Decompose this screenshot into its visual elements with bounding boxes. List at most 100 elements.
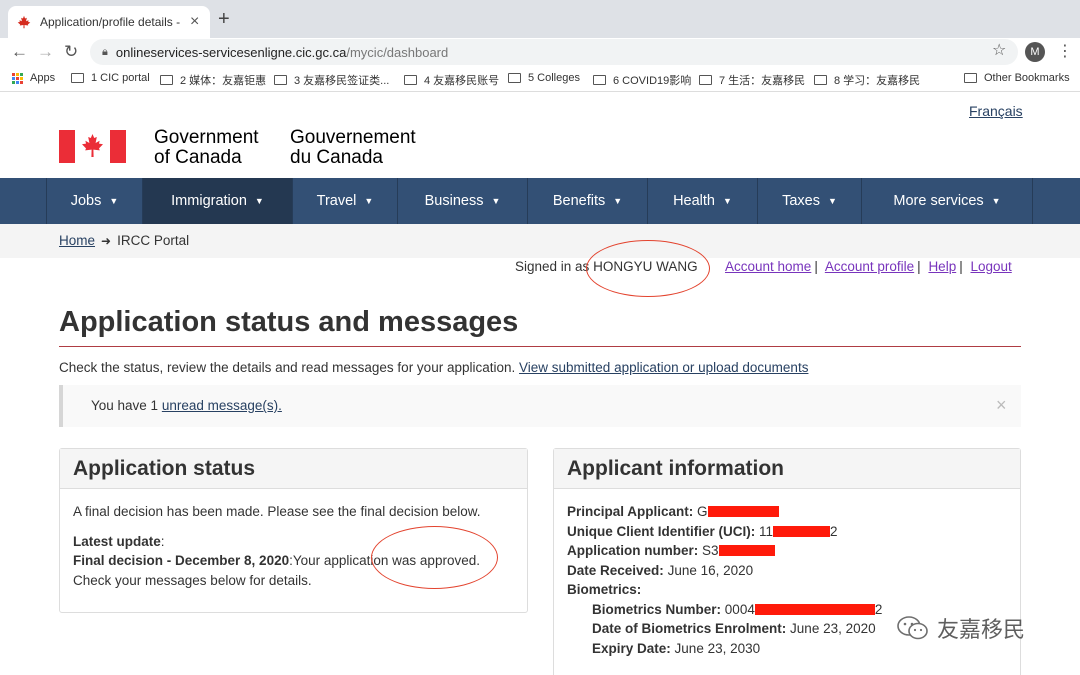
browser-menu-icon[interactable]: ⋮ — [1057, 41, 1073, 61]
reload-icon[interactable]: ↻ — [64, 41, 78, 63]
bookmark-folder[interactable]: 4 友嘉移民账号 — [404, 72, 499, 88]
nav-item-more-services[interactable]: More services ▼ — [861, 178, 1033, 224]
nav-item-label: Travel — [316, 193, 357, 209]
uci-value-end: 2 — [830, 523, 838, 539]
biometrics-label: Biometrics: — [567, 582, 642, 597]
uci-value-start: 11 — [759, 523, 774, 539]
bookmark-label: Other Bookmarks — [984, 72, 1070, 84]
help-link[interactable]: Help — [928, 259, 956, 274]
government-of-canada-wordmark-fr: Gouvernement du Canada — [290, 128, 416, 168]
bookmark-folder[interactable]: 1 CIC portal — [71, 72, 150, 84]
panel-heading: Application status — [60, 449, 527, 489]
biometrics-number-end: 2 — [874, 601, 883, 617]
nav-item-label: Immigration — [171, 193, 247, 209]
redaction-bar — [773, 525, 831, 537]
chevron-down-icon: ▼ — [109, 196, 119, 206]
url-host: onlineservices-servicesenligne.cic.gc.ca — [115, 44, 347, 60]
nav-item-jobs[interactable]: Jobs ▼ — [46, 178, 142, 224]
logout-link[interactable]: Logout — [970, 259, 1011, 274]
tab-title: Application/profile details - Imm — [40, 15, 184, 29]
unread-messages-alert: You have 1 unread message(s). × — [59, 385, 1021, 427]
date-received-value: June 16, 2020 — [667, 562, 754, 578]
url-bar[interactable]: 🔒︎ onlineservices-servicesenligne.cic.gc… — [90, 39, 1018, 65]
panel-heading: Applicant information — [554, 449, 1020, 489]
annotation-circle-user — [586, 240, 710, 297]
account-home-link[interactable]: Account home — [725, 259, 811, 274]
biometrics-number-label: Biometrics Number: — [592, 601, 722, 617]
back-arrow-icon[interactable]: ← — [11, 41, 28, 63]
chevron-down-icon: ▼ — [254, 196, 264, 206]
chevron-down-icon: ▼ — [991, 196, 1001, 206]
breadcrumb: Home ➜ IRCC Portal — [59, 233, 189, 248]
nav-item-travel[interactable]: Travel ▼ — [292, 178, 397, 224]
bookmark-folder[interactable]: 6 COVID19影响 — [593, 72, 691, 88]
bookmark-label: 7 生活：友嘉移民 — [719, 75, 806, 87]
nav-item-label: Business — [424, 193, 484, 209]
unread-messages-link[interactable]: unread message(s). — [162, 398, 282, 413]
link-separator: | — [917, 259, 921, 274]
bookmark-folder[interactable]: 5 Colleges — [508, 72, 580, 84]
final-decision-label: Final decision - December 8, 2020 — [73, 553, 290, 568]
redaction-bar — [707, 506, 779, 517]
annotation-circle-approved — [371, 526, 498, 589]
nav-item-label: Taxes — [782, 193, 820, 209]
bookmark-star-icon[interactable]: ☆ — [992, 40, 1006, 60]
bookmark-folder[interactable]: 3 友嘉移民签证类... — [274, 72, 389, 88]
link-separator: | — [814, 259, 818, 274]
nav-item-benefits[interactable]: Benefits ▼ — [527, 178, 647, 224]
latest-update-label: Latest update — [73, 533, 161, 549]
new-tab-button[interactable]: + — [218, 9, 230, 29]
date-received-row: Date Received: June 16, 2020 — [567, 561, 1007, 581]
uci-row: Unique Client Identifier (UCI): 11 2 — [567, 522, 1007, 542]
maple-leaf-favicon-icon — [16, 15, 32, 29]
language-toggle-link[interactable]: Français — [969, 103, 1023, 119]
folder-icon — [593, 75, 606, 85]
bookmark-label: 4 友嘉移民账号 — [424, 75, 500, 87]
chevron-down-icon: ▼ — [364, 196, 374, 206]
expiry-date-label: Expiry Date: — [592, 640, 671, 656]
uci-label: Unique Client Identifier (UCI): — [567, 523, 756, 539]
forward-arrow-icon[interactable]: → — [37, 41, 54, 63]
nav-item-taxes[interactable]: Taxes ▼ — [757, 178, 861, 224]
breadcrumb-home-link[interactable]: Home — [59, 233, 95, 248]
account-profile-link[interactable]: Account profile — [825, 259, 914, 274]
nav-item-label: Health — [673, 193, 715, 209]
nav-item-label: Benefits — [552, 193, 606, 209]
biometrics-enrolment-value: June 23, 2020 — [790, 621, 876, 636]
chevron-down-icon: ▼ — [827, 196, 837, 206]
folder-icon — [699, 75, 712, 85]
arrow-right-icon: ➜ — [101, 233, 112, 248]
nav-item-immigration[interactable]: Immigration ▼ — [142, 178, 292, 224]
browser-tab[interactable]: Application/profile details - Imm × — [8, 6, 210, 38]
bookmark-folder[interactable]: 7 生活：友嘉移民 — [699, 72, 805, 88]
government-of-canada-wordmark-en: Government of Canada — [154, 128, 259, 168]
bookmark-folder[interactable]: Other Bookmarks — [964, 72, 1070, 84]
nav-item-health[interactable]: Health ▼ — [647, 178, 757, 224]
bookmark-folder[interactable]: 8 学习：友嘉移民 — [814, 72, 920, 88]
bookmark-folder[interactable]: 2 媒体：友嘉钜惠 — [160, 72, 266, 88]
wordmark-en-line2: of Canada — [154, 147, 242, 168]
chevron-down-icon: ▼ — [613, 196, 623, 206]
folder-icon — [508, 73, 521, 83]
nav-item-label: More services — [893, 193, 984, 209]
alert-prefix: You have 1 — [91, 398, 159, 413]
main-navigation: Jobs ▼ Immigration ▼ Travel ▼ Business ▼ Ben… — [0, 178, 1080, 224]
redaction-bar — [718, 545, 775, 556]
watermark: 友嘉移民 — [895, 612, 1025, 644]
application-number-label: Application number: — [567, 543, 699, 558]
bookmark-apps[interactable]: Apps — [12, 72, 55, 84]
view-submitted-application-link[interactable]: View submitted application or upload doc… — [519, 360, 808, 375]
nav-item-business[interactable]: Business ▼ — [397, 178, 527, 224]
tab-close-icon[interactable]: × — [190, 14, 199, 30]
profile-avatar[interactable]: M — [1025, 42, 1045, 62]
address-toolbar: ← → ↻ 🔒︎ onlineservices-servicesenligne.… — [0, 38, 1080, 66]
wordmark-en-line1: Government — [154, 127, 259, 148]
folder-icon — [274, 75, 287, 85]
canada-flag-icon — [59, 130, 126, 163]
folder-icon — [404, 75, 417, 85]
close-icon[interactable]: × — [996, 395, 1007, 416]
biometrics-heading-row: Biometrics: — [567, 580, 1007, 600]
browser-tab-strip: Application/profile details - Imm × + — [0, 0, 1080, 38]
chevron-down-icon: ▼ — [723, 196, 732, 206]
redaction-bar — [754, 603, 875, 615]
